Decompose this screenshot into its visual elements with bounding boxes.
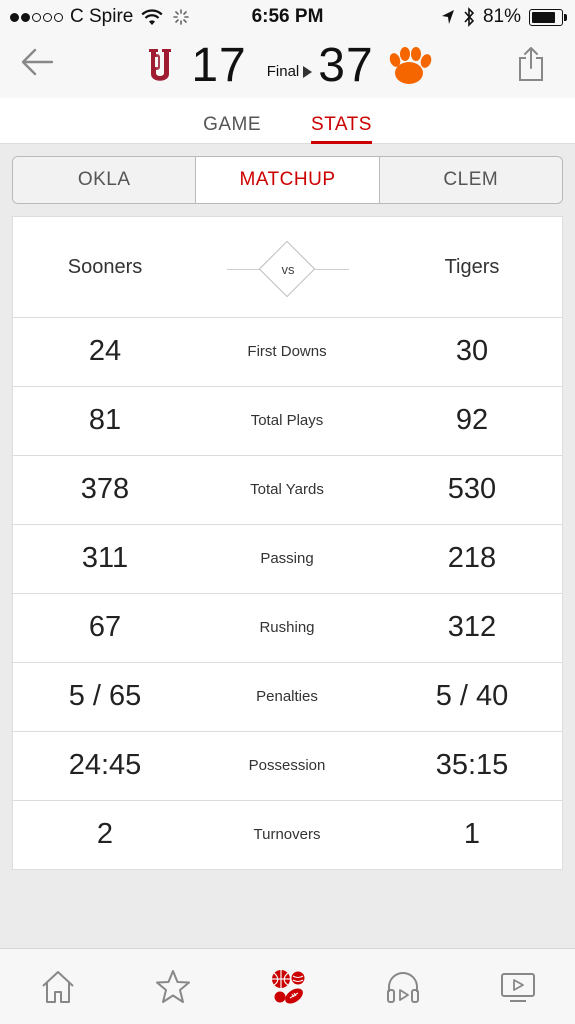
stat-label: Penalties (256, 688, 318, 705)
game-status: Final (267, 63, 313, 80)
right-stat-value: 1 (463, 818, 481, 850)
vs-label: vs (281, 262, 295, 277)
vs-divider-line (313, 269, 349, 270)
play-arrow-icon (303, 65, 313, 78)
right-stat-value: 312 (447, 611, 497, 643)
stat-label: Passing (260, 550, 314, 567)
battery-icon (529, 8, 567, 26)
sports-balls-icon (271, 969, 304, 1004)
game-status-label: Final (266, 63, 300, 80)
segment-clem[interactable]: CLEM (378, 157, 562, 203)
left-stat-value: 67 (88, 611, 122, 643)
left-stat-value: 311 (81, 542, 129, 574)
battery-tip (564, 13, 567, 21)
stat-label: Turnovers (253, 826, 321, 843)
left-stat-value: 81 (88, 404, 122, 436)
away-score: 37 (318, 39, 374, 92)
right-stat-value: 35:15 (435, 749, 509, 781)
battery-percent: 81% (482, 6, 521, 27)
tab-sports[interactable] (258, 962, 318, 1012)
clemson-paw-icon[interactable] (386, 45, 432, 87)
ou-logo-icon[interactable] (143, 45, 177, 87)
home-icon (41, 970, 74, 1003)
star-icon (155, 969, 190, 1003)
left-team-name: Sooners (67, 256, 143, 278)
tab-game[interactable]: GAME (203, 98, 261, 144)
home-score: 17 (191, 39, 247, 92)
tab-favorites[interactable] (143, 962, 203, 1012)
video-icon (500, 972, 535, 1002)
main-tabs: GAME STATS (0, 98, 575, 144)
left-stat-value: 378 (80, 473, 130, 505)
right-stat-value: 5 / 40 (435, 680, 509, 712)
tab-home[interactable] (28, 962, 88, 1012)
share-icon[interactable] (517, 46, 545, 82)
right-stat-value: 530 (447, 473, 497, 505)
left-stat-value: 2 (96, 818, 114, 850)
stat-row-first-downs: 24 First Downs 30 (13, 318, 562, 387)
right-stat-value: 92 (455, 404, 489, 436)
stat-label: Rushing (259, 619, 315, 636)
vs-divider-line (227, 269, 263, 270)
stat-label: Total Yards (250, 481, 324, 498)
stat-label: Total Plays (250, 412, 324, 429)
right-team-name: Tigers (444, 256, 500, 278)
team-segmented-control: OKLA MATCHUP CLEM (12, 156, 563, 204)
right-stat-value: 218 (447, 542, 497, 574)
score-header: 17 Final 37 (0, 34, 575, 98)
left-stat-value: 5 / 65 (68, 680, 142, 712)
stat-label: Possession (248, 757, 326, 774)
battery-fill (532, 11, 555, 23)
bluetooth-icon (464, 7, 475, 27)
stat-row-passing: 311 Passing 218 (13, 525, 562, 594)
stat-row-total-yards: 378 Total Yards 530 (13, 456, 562, 525)
stat-row-possession: 24:45 Possession 35:15 (13, 732, 562, 801)
status-right: 81% (441, 6, 567, 28)
scoreboard: 17 Final 37 (0, 38, 575, 93)
headphones-icon (386, 971, 419, 1003)
matchup-stats-card: Sooners vs Tigers 24 First Downs 30 81 T… (12, 216, 563, 870)
stat-row-rushing: 67 Rushing 312 (13, 594, 562, 663)
tab-stats[interactable]: STATS (311, 98, 372, 144)
bottom-tab-bar (0, 948, 575, 1024)
stat-row-total-plays: 81 Total Plays 92 (13, 387, 562, 456)
left-stat-value: 24:45 (68, 749, 142, 781)
tab-audio[interactable] (373, 962, 433, 1012)
right-stat-value: 30 (455, 335, 489, 367)
stat-row-turnovers: 2 Turnovers 1 (13, 801, 562, 870)
stat-label: First Downs (247, 343, 327, 360)
matchup-header: Sooners vs Tigers (13, 217, 562, 318)
stat-row-penalties: 5 / 65 Penalties 5 / 40 (13, 663, 562, 732)
tab-video[interactable] (488, 962, 548, 1012)
location-arrow-icon (441, 10, 454, 24)
left-stat-value: 24 (88, 335, 122, 367)
status-bar: C Spire 6:56 PM 81% (0, 0, 575, 34)
segment-okla[interactable]: OKLA (13, 157, 196, 203)
segment-matchup[interactable]: MATCHUP (195, 157, 379, 203)
